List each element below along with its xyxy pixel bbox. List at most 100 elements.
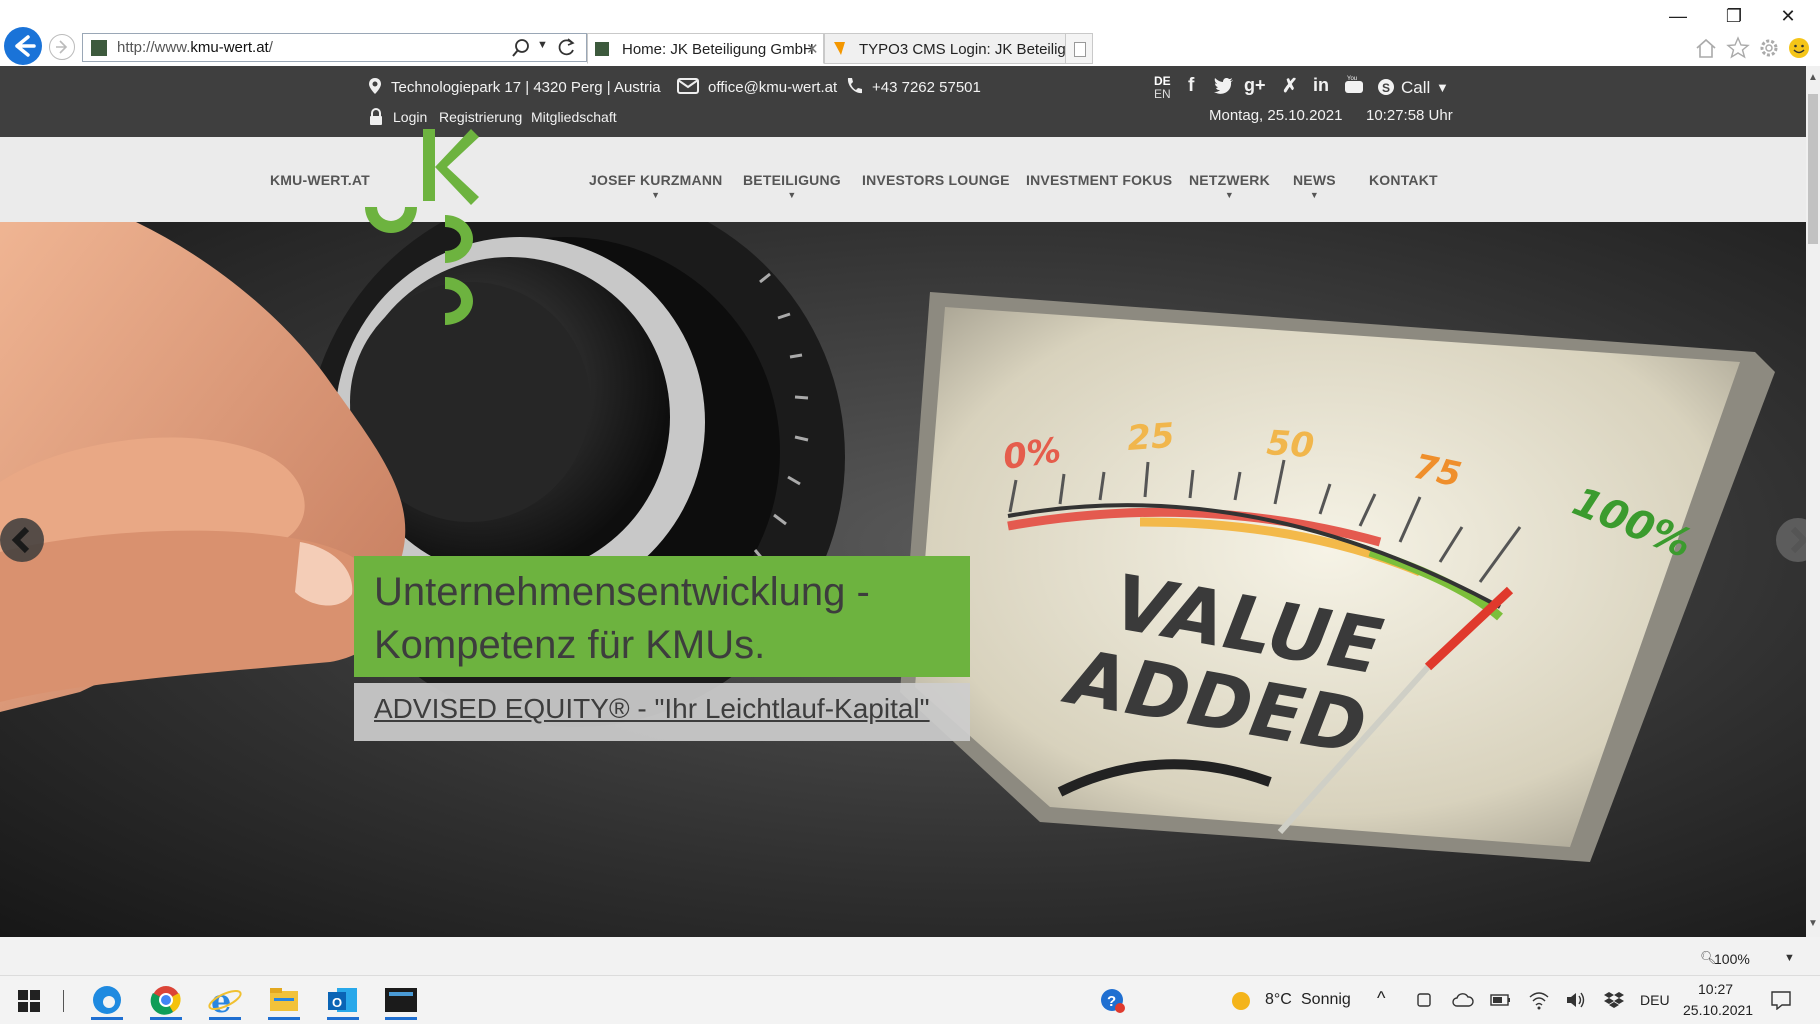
tab-home[interactable]: Home: JK Beteiligung GmbH ✕ (587, 33, 824, 64)
weather-temp[interactable]: 8°C (1265, 991, 1292, 1009)
wifi-icon[interactable] (1528, 990, 1550, 1010)
home-icon[interactable] (1694, 36, 1718, 60)
chevron-left-icon (11, 526, 30, 554)
search-icon[interactable] (511, 38, 531, 58)
address-text: Technologiepark 17 | 4320 Perg | Austria (391, 79, 661, 96)
twitter-icon[interactable] (1214, 77, 1234, 94)
notifications-icon[interactable] (1770, 990, 1792, 1010)
linkedin-icon[interactable]: in (1313, 75, 1329, 96)
tab-favicon (595, 42, 609, 56)
new-tab-icon (1074, 42, 1086, 57)
forward-button[interactable] (49, 34, 75, 60)
nav-label: NEWS (1293, 172, 1336, 188)
zoom-dropdown-icon[interactable]: ▼ (1784, 952, 1795, 964)
nav-label: JOSEF KURZMANN (589, 172, 723, 188)
jk-logo-icon[interactable] (365, 117, 485, 357)
vertical-scrollbar[interactable]: ▲ ▼ (1806, 66, 1820, 937)
nav-investment-fokus[interactable]: INVESTMENT FOKUS (1026, 172, 1172, 188)
nav-label: INVESTORS LOUNGE (862, 172, 1010, 188)
youtube-icon[interactable]: You (1344, 75, 1364, 95)
call-button[interactable]: Call (1401, 78, 1430, 98)
refresh-icon[interactable] (557, 37, 577, 57)
gauge-label-25: 25 (1126, 416, 1176, 459)
membership-link[interactable]: Mitgliedschaft (531, 109, 617, 125)
nav-label: NETZWERK (1189, 172, 1270, 188)
address-bar[interactable]: http://www.kmu-wert.at/ ▼ (82, 33, 587, 62)
nav-beteiligung[interactable]: BETEILIGUNG ▼ (743, 172, 841, 200)
lang-en[interactable]: EN (1154, 87, 1171, 101)
gauge-label-50: 50 (1265, 423, 1315, 466)
call-dropdown-icon[interactable]: ▼ (1436, 80, 1449, 95)
svg-text:O: O (332, 995, 342, 1010)
nav-news[interactable]: NEWS ▼ (1293, 172, 1336, 200)
google-plus-icon[interactable]: g+ (1244, 75, 1266, 96)
email-link[interactable]: office@kmu-wert.at (708, 79, 837, 96)
weather-text[interactable]: Sonnig (1301, 991, 1351, 1009)
nav-netzwerk[interactable]: NETZWERK ▼ (1189, 172, 1270, 200)
url-text: http://www.kmu-wert.at/ (117, 39, 273, 56)
slider-prev-button[interactable] (0, 518, 44, 562)
new-tab-button[interactable] (1065, 33, 1093, 64)
browser-status-bar: 🔍︎ 100% ▼ (0, 937, 1820, 975)
clock-time[interactable]: 10:27 (1698, 981, 1733, 997)
input-language[interactable]: DEU (1640, 992, 1670, 1008)
taskbar-chrome[interactable] (144, 980, 188, 1020)
zoom-level[interactable]: 100% (1714, 951, 1750, 967)
dropdown-arrow-icon[interactable]: ▼ (537, 39, 548, 51)
main-navigation: KMU-WERT.AT JOSEF KURZMANN ▼ BETEILIGUNG ▼… (0, 129, 1806, 325)
chevron-down-icon: ▼ (1309, 190, 1319, 200)
chevron-down-icon: ▼ (651, 190, 661, 200)
facebook-icon[interactable]: f (1188, 75, 1194, 97)
svg-text:e: e (211, 982, 231, 1020)
nav-label: BETEILIGUNG (743, 172, 841, 188)
taskbar-file-explorer[interactable] (262, 980, 306, 1020)
taskbar-edge[interactable] (85, 980, 129, 1020)
scroll-down-icon[interactable]: ▼ (1808, 918, 1818, 929)
minimize-button[interactable]: — (1658, 6, 1698, 27)
phone-link[interactable]: +43 7262 57501 (872, 79, 981, 96)
dropbox-icon[interactable] (1603, 990, 1625, 1010)
hero-headline-box: Unternehmensentwicklung - Kompetenz für … (354, 556, 970, 677)
close-window-button[interactable]: ✕ (1768, 6, 1808, 27)
skype-icon[interactable]: S (1377, 78, 1395, 96)
nav-label: KONTAKT (1369, 172, 1438, 188)
help-icon[interactable]: ? (1100, 988, 1126, 1014)
settings-gear-icon[interactable] (1757, 36, 1781, 60)
clock-date[interactable]: 25.10.2021 (1683, 1002, 1753, 1018)
tab-typo3-login[interactable]: TYPO3 CMS Login: JK Beteiligu... (824, 33, 1093, 64)
browser-chrome: http://www.kmu-wert.at/ ▼ Home: JK Betei… (0, 0, 1820, 66)
svg-text:S: S (1382, 81, 1390, 95)
meet-now-icon[interactable] (1416, 991, 1432, 1009)
windows-start-icon[interactable] (18, 990, 40, 1012)
tab-label: TYPO3 CMS Login: JK Beteiligu... (859, 41, 1087, 58)
forward-arrow-icon (56, 40, 68, 54)
windows-taskbar: e O ? 8°C Sonnig ^ DEU 10:27 25.10.2021 (0, 975, 1820, 1024)
taskbar-internet-explorer[interactable]: e (203, 980, 247, 1020)
battery-icon[interactable] (1490, 992, 1512, 1008)
scrollbar-thumb[interactable] (1808, 94, 1818, 244)
taskbar-app-window[interactable] (379, 980, 423, 1020)
gauge-label-0: 0% (1001, 430, 1064, 478)
nav-brand[interactable]: KMU-WERT.AT (270, 172, 370, 188)
tab-label: Home: JK Beteiligung GmbH (622, 41, 814, 58)
nav-josef-kurzmann[interactable]: JOSEF KURZMANN ▼ (589, 172, 723, 200)
restore-button[interactable]: ❐ (1714, 6, 1754, 27)
back-button[interactable] (4, 27, 42, 65)
chevron-down-icon: ▼ (1224, 190, 1235, 200)
taskbar-outlook[interactable]: O (321, 980, 365, 1020)
hero-subline-link[interactable]: ADVISED EQUITY® - "Ihr Leichtlauf-Kapita… (374, 693, 930, 725)
scroll-up-icon[interactable]: ▲ (1808, 72, 1818, 83)
location-pin-icon (369, 78, 381, 94)
feedback-smiley-icon[interactable] (1787, 36, 1811, 60)
nav-kontakt[interactable]: KONTAKT (1369, 172, 1438, 188)
site-favicon (91, 40, 107, 56)
volume-icon[interactable] (1565, 990, 1587, 1010)
favorites-star-icon[interactable] (1726, 36, 1750, 60)
onedrive-cloud-icon[interactable] (1452, 992, 1474, 1008)
lang-de[interactable]: DE (1154, 74, 1171, 88)
taskbar-separator (63, 990, 64, 1012)
close-tab-icon[interactable]: ✕ (806, 40, 819, 58)
nav-investors-lounge[interactable]: INVESTORS LOUNGE (862, 172, 1010, 188)
tray-chevron-up-icon[interactable]: ^ (1377, 988, 1385, 1009)
xing-icon[interactable]: ✗ (1282, 75, 1298, 98)
